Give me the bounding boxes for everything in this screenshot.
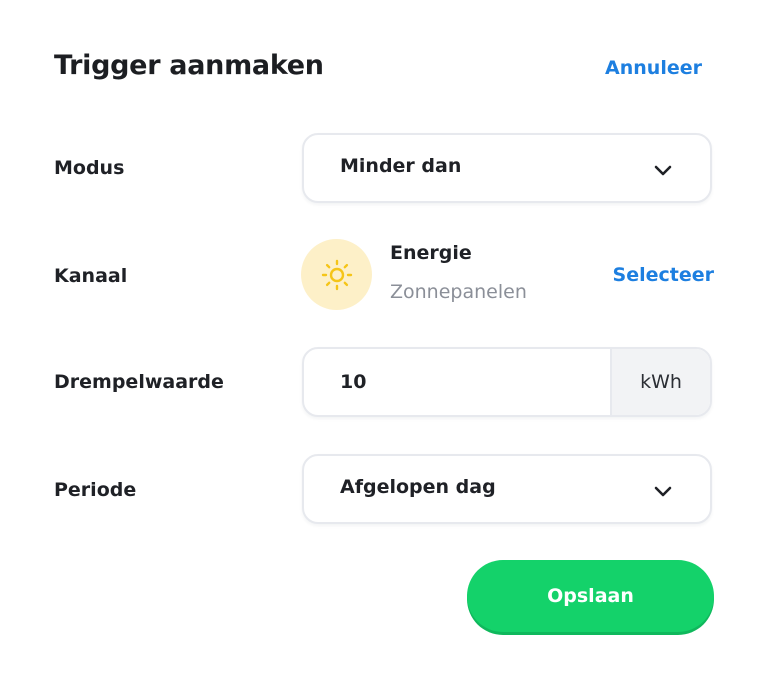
period-label: Periode [54,479,137,501]
create-trigger-dialog: Trigger aanmaken Annuleer Modus Minder d… [0,0,768,688]
mode-label: Modus [54,157,125,179]
chevron-down-icon [654,165,672,176]
page-title: Trigger aanmaken [54,50,324,81]
select-channel-button[interactable]: Selecteer [613,264,714,286]
threshold-field: kWh [302,347,712,417]
channel-subtitle: Zonnepanelen [390,281,527,303]
channel-name: Energie [390,242,472,264]
cancel-button[interactable]: Annuleer [605,57,702,79]
period-select-value: Afgelopen dag [340,476,496,498]
sun-icon [321,259,353,291]
mode-select-value: Minder dan [340,155,462,177]
chevron-down-icon [654,486,672,497]
period-select[interactable]: Afgelopen dag [302,454,712,524]
save-button[interactable]: Opslaan [467,560,714,632]
unit-addon: kWh [610,349,710,415]
channel-label: Kanaal [54,265,128,287]
threshold-input[interactable] [304,349,612,415]
threshold-label: Drempelwaarde [54,371,224,393]
channel-avatar [301,239,372,310]
mode-select[interactable]: Minder dan [302,133,712,203]
